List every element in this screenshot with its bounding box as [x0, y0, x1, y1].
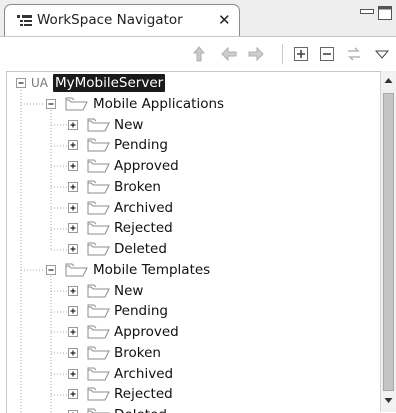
maximize-icon[interactable] [378, 6, 392, 20]
tree-item-row[interactable]: Broken [7, 178, 381, 198]
tree-item-row[interactable]: Deleted [7, 240, 381, 260]
scrollbar-thumb[interactable] [383, 93, 394, 391]
folder-icon [87, 137, 111, 153]
tree-group-row[interactable]: Mobile Templates [7, 261, 381, 281]
tree-item-label[interactable]: Archived [114, 199, 173, 217]
folder-icon [87, 324, 111, 340]
expand-icon[interactable] [68, 181, 78, 192]
forward-arrow-icon[interactable] [247, 45, 265, 63]
server-type-icon: UA [31, 76, 48, 90]
tree-item-row[interactable]: New [7, 116, 381, 136]
expand-icon[interactable] [68, 223, 78, 234]
tree-item-row[interactable]: Pending [7, 136, 381, 156]
tree-item-label[interactable]: Broken [114, 344, 161, 362]
link-with-editor-icon[interactable] [345, 45, 363, 63]
tree-item-label[interactable]: Deleted [114, 240, 167, 258]
close-icon[interactable]: ✕ [218, 11, 231, 29]
tree-item-row[interactable]: Archived [7, 199, 381, 219]
view-title-bar: WorkSpace Navigator ✕ [0, 0, 396, 37]
folder-icon [87, 158, 111, 174]
toolbar-separator [282, 44, 283, 64]
tree-item-row[interactable]: Pending [7, 302, 381, 322]
expand-icon[interactable] [68, 306, 78, 317]
tree-item-label[interactable]: Broken [114, 178, 161, 196]
view-menu-icon[interactable] [373, 45, 391, 63]
tree-item-label[interactable]: Approved [114, 323, 179, 341]
expand-icon[interactable] [68, 244, 78, 254]
view-tab[interactable]: WorkSpace Navigator ✕ [4, 4, 240, 36]
folder-icon [87, 220, 111, 236]
folder-icon [87, 407, 111, 413]
tree-root-label[interactable]: MyMobileServer [53, 74, 166, 92]
tree-item-label[interactable]: Pending [114, 302, 168, 320]
tree-item-row[interactable]: Approved [7, 323, 381, 343]
view-toolbar [0, 37, 396, 71]
scroll-down-icon[interactable] [381, 392, 396, 408]
tree-root-row[interactable]: UA MyMobileServer [7, 74, 381, 94]
tree-item-row[interactable]: Rejected [7, 385, 381, 405]
tree-item-label[interactable]: Rejected [114, 385, 173, 403]
navigator-tree: UA MyMobileServer Mobile Applications New… [6, 71, 381, 413]
folder-icon [87, 303, 111, 319]
tree-group-row[interactable]: Mobile Applications [7, 95, 381, 115]
scroll-up-icon[interactable] [381, 73, 396, 89]
vertical-scrollbar[interactable] [380, 71, 396, 412]
tree-item-label[interactable]: New [114, 282, 143, 300]
folder-icon [65, 262, 89, 278]
tree-item-row[interactable]: Rejected [7, 219, 381, 239]
expand-icon[interactable] [68, 327, 78, 337]
collapse-all-icon[interactable] [318, 45, 336, 63]
expand-icon[interactable] [68, 285, 78, 296]
expand-icon[interactable] [68, 368, 78, 379]
expand-icon[interactable] [68, 202, 78, 213]
folder-icon [87, 179, 111, 195]
tree-item-label[interactable]: Approved [114, 157, 179, 175]
expand-icon[interactable] [68, 140, 78, 151]
tree-item-row[interactable]: Approved [7, 157, 381, 177]
expand-icon[interactable] [68, 389, 78, 400]
tree-item-row[interactable]: New [7, 282, 381, 302]
expand-icon[interactable] [68, 347, 78, 358]
folder-icon [87, 283, 111, 299]
folder-icon [87, 241, 111, 257]
tree-item-label[interactable]: Archived [114, 365, 173, 383]
view-tab-title: WorkSpace Navigator [37, 12, 183, 28]
folder-icon [87, 366, 111, 382]
collapse-icon[interactable] [46, 264, 56, 275]
expand-icon[interactable] [68, 119, 78, 130]
navigator-view-icon [17, 15, 33, 27]
up-icon[interactable] [190, 45, 208, 63]
tree-group-label[interactable]: Mobile Templates [93, 261, 210, 279]
folder-icon [65, 96, 89, 112]
collapse-icon[interactable] [16, 78, 26, 88]
tree-item-row[interactable]: Broken [7, 344, 381, 364]
folder-icon [87, 345, 111, 361]
tree-group-label[interactable]: Mobile Applications [93, 95, 224, 113]
tree-item-label[interactable]: Pending [114, 136, 168, 154]
folder-icon [87, 117, 111, 133]
tree-item-label[interactable]: New [114, 116, 143, 134]
expand-icon[interactable] [68, 161, 78, 171]
minimize-icon[interactable] [360, 8, 374, 18]
folder-icon [87, 386, 111, 402]
back-arrow-icon[interactable] [220, 45, 238, 63]
collapse-icon[interactable] [46, 98, 56, 109]
tree-item-label[interactable]: Rejected [114, 219, 173, 237]
expand-all-icon[interactable] [292, 45, 310, 63]
folder-icon [87, 200, 111, 216]
tree-item-row[interactable]: Archived [7, 365, 381, 385]
